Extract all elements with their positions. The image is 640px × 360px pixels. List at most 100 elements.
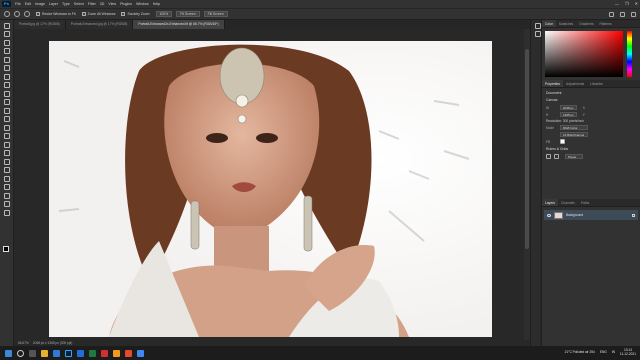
- brush-tool-icon[interactable]: [4, 99, 10, 105]
- width-field[interactable]: 2048 px: [560, 105, 577, 110]
- ruler-icon[interactable]: [546, 154, 551, 159]
- workspace-icon[interactable]: [620, 12, 625, 17]
- hue-slider[interactable]: [627, 31, 632, 77]
- more-tools-icon[interactable]: [4, 209, 10, 216]
- word-icon[interactable]: [77, 349, 84, 357]
- eraser-tool-icon[interactable]: [4, 124, 10, 131]
- path-selection-tool-icon[interactable]: [4, 175, 10, 182]
- zoom-in-icon[interactable]: [14, 11, 20, 17]
- checkbox-box[interactable]: [36, 12, 40, 16]
- vlc-icon[interactable]: [113, 349, 120, 357]
- weather-widget[interactable]: 21°C Polluted air 254: [565, 350, 595, 354]
- hand-tool-icon[interactable]: [4, 192, 10, 199]
- status-doc-info[interactable]: 2048 px x 1365 px (300 ppi): [33, 341, 73, 345]
- minimize-button[interactable]: —: [615, 1, 619, 6]
- menu-view[interactable]: View: [108, 2, 116, 6]
- grid-icon[interactable]: [554, 154, 559, 159]
- status-zoom[interactable]: 66.67%: [18, 341, 29, 345]
- visibility-eye-icon[interactable]: [547, 213, 551, 217]
- zoom-tool-icon[interactable]: [4, 201, 10, 207]
- menu-layer[interactable]: Layer: [49, 2, 58, 6]
- excel-icon[interactable]: [89, 349, 96, 357]
- menu-select[interactable]: Select: [74, 2, 84, 6]
- fill-screen-button[interactable]: Fill Screen: [203, 11, 228, 17]
- app-icon[interactable]: [125, 349, 132, 357]
- task-view-icon[interactable]: [29, 349, 36, 357]
- tab-adjustments[interactable]: Adjustments: [563, 80, 587, 87]
- zoom-tool-icon[interactable]: [4, 11, 10, 17]
- crop-tool-icon[interactable]: [4, 65, 10, 71]
- move-tool-icon[interactable]: [4, 22, 10, 29]
- clock[interactable]: 13:13 11-12-2021: [620, 348, 636, 356]
- menu-help[interactable]: Help: [153, 2, 160, 6]
- color-field[interactable]: [545, 31, 623, 77]
- layer-row[interactable]: Background: [544, 210, 638, 220]
- layer-name[interactable]: Background: [566, 213, 583, 217]
- fit-screen-button[interactable]: Fit Screen: [176, 11, 200, 17]
- fill-color-swatch[interactable]: [560, 139, 565, 144]
- tab-color[interactable]: Color: [542, 20, 556, 27]
- tab-portrait[interactable]: Portrait.jpg @ 17% (RGB/8): [14, 20, 66, 29]
- eyedropper-tool-icon[interactable]: [4, 82, 10, 88]
- tab-properties[interactable]: Properties: [542, 80, 564, 87]
- search-icon[interactable]: [17, 349, 24, 357]
- chrome-icon[interactable]: [137, 349, 144, 357]
- close-button[interactable]: ✕: [635, 1, 638, 6]
- tab-paths[interactable]: Paths: [578, 199, 592, 206]
- mode-dropdown[interactable]: RGB Color: [560, 125, 588, 130]
- checkbox-box[interactable]: [81, 12, 86, 16]
- share-icon[interactable]: [631, 12, 636, 17]
- menu-image[interactable]: Image: [35, 2, 45, 6]
- file-explorer-icon[interactable]: [41, 349, 48, 357]
- menu-type[interactable]: Type: [62, 2, 70, 6]
- zoom-all-windows-checkbox[interactable]: Zoom All Windows: [81, 12, 115, 16]
- blur-tool-icon[interactable]: [4, 141, 10, 148]
- rectangle-tool-icon[interactable]: [4, 184, 10, 190]
- tab-swatches[interactable]: Swatches: [556, 20, 576, 27]
- object-select-tool-icon[interactable]: [4, 56, 10, 63]
- tab-gradients[interactable]: Gradients: [576, 20, 596, 27]
- layer-thumbnail[interactable]: [554, 211, 563, 219]
- ruler-units-dropdown[interactable]: Pixels: [565, 154, 583, 159]
- edge-icon[interactable]: [53, 349, 60, 357]
- artboard-tool-icon[interactable]: [4, 31, 10, 37]
- type-tool-icon[interactable]: [4, 167, 10, 173]
- rulers-grids-title[interactable]: Rulers & Grids: [546, 147, 636, 151]
- restore-button[interactable]: ❐: [625, 1, 629, 6]
- menu-file[interactable]: File: [15, 2, 21, 6]
- healing-brush-tool-icon[interactable]: [4, 90, 10, 97]
- frame-tool-icon[interactable]: [4, 73, 10, 80]
- resize-windows-checkbox[interactable]: Resize Windows to Fit: [36, 12, 76, 16]
- photoshop-logo[interactable]: Ps: [2, 1, 11, 7]
- menu-window[interactable]: Window: [136, 2, 149, 6]
- lock-icon[interactable]: [632, 213, 635, 217]
- menu-plugins[interactable]: Plugins: [120, 2, 132, 6]
- history-brush-tool-icon[interactable]: [4, 116, 10, 122]
- foreground-color-swatch[interactable]: [3, 246, 9, 252]
- language-indicator[interactable]: ENG: [600, 350, 607, 354]
- checkbox-box[interactable]: [121, 12, 126, 16]
- marquee-tool-icon[interactable]: [4, 39, 10, 46]
- menu-filter[interactable]: Filter: [88, 2, 96, 6]
- acrobat-icon[interactable]: [101, 349, 108, 357]
- clone-stamp-tool-icon[interactable]: [4, 107, 10, 114]
- pen-tool-icon[interactable]: [4, 158, 10, 165]
- tab-patterns[interactable]: Patterns: [596, 20, 614, 27]
- canvas-section-title[interactable]: Canvas: [546, 98, 636, 102]
- tab-libraries[interactable]: Libraries: [587, 80, 606, 87]
- document-canvas[interactable]: [49, 41, 492, 337]
- dodge-tool-icon[interactable]: [4, 150, 10, 156]
- lasso-tool-icon[interactable]: [4, 48, 10, 54]
- zoom-percent-field[interactable]: 100%: [155, 11, 173, 17]
- tab-portrait-enhanced[interactable]: Portrait-Enhanced.jpg @ 17% (RGB/8): [65, 20, 134, 29]
- windows-start-icon[interactable]: [5, 349, 12, 357]
- menu-3d[interactable]: 3D: [100, 2, 105, 6]
- tab-channels[interactable]: Channels: [558, 199, 578, 206]
- gradient-tool-icon[interactable]: [4, 133, 10, 139]
- scrollbar-thumb[interactable]: [525, 49, 529, 249]
- photoshop-taskbar-icon[interactable]: [65, 349, 72, 357]
- tab-layers[interactable]: Layers: [542, 199, 558, 206]
- bit-depth-dropdown[interactable]: 16 Bits/Channel: [560, 132, 588, 137]
- scrubby-zoom-checkbox[interactable]: Scrubby Zoom: [121, 12, 150, 16]
- search-icon[interactable]: [609, 12, 614, 17]
